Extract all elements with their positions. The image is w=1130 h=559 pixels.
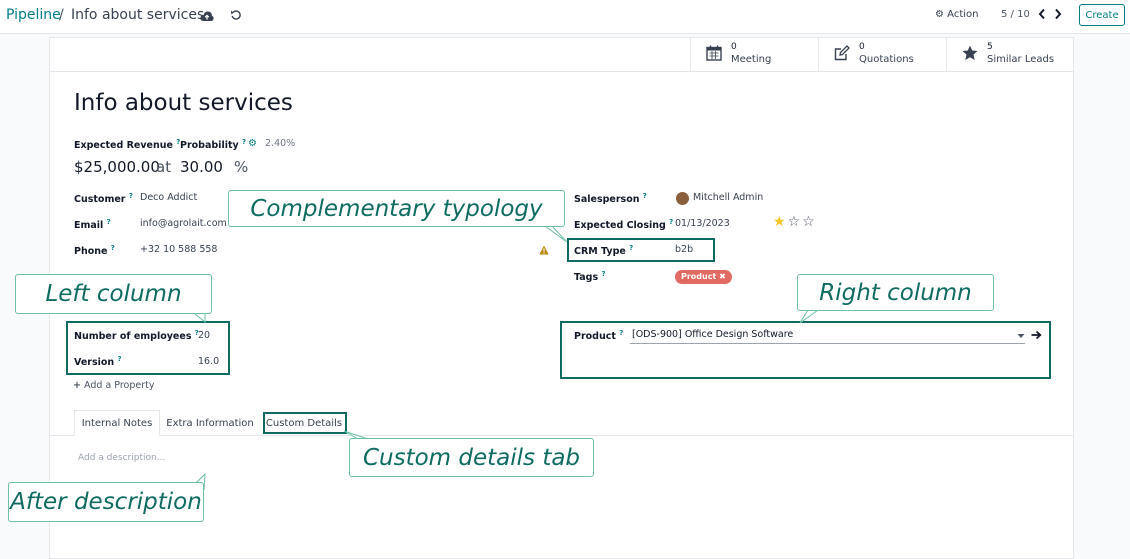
at-label: at — [156, 158, 172, 176]
custom-details-tab-callout: Custom details tab — [349, 438, 594, 477]
meeting-stat-button[interactable]: 0 Meeting — [690, 38, 818, 71]
quotations-label: Quotations — [859, 54, 914, 65]
help-tooltip-icon[interactable]: ? — [107, 218, 111, 226]
help-tooltip-icon[interactable]: ? — [111, 244, 115, 252]
automated-probability: 2.40% — [265, 138, 296, 149]
tag-badge[interactable]: Product ✖ — [675, 270, 732, 284]
help-tooltip-icon[interactable]: ? — [601, 270, 605, 278]
help-tooltip-icon[interactable]: ? — [242, 138, 246, 146]
gear-icon: ⚙ — [935, 9, 944, 20]
calendar-icon — [706, 45, 722, 61]
lead-title[interactable]: Info about services — [74, 90, 293, 116]
tags-label: Tags ? — [574, 270, 606, 284]
gear-icon[interactable]: ⚙ — [248, 138, 257, 149]
star-empty-icon[interactable]: ☆ — [788, 214, 803, 230]
discard-icon[interactable] — [230, 9, 242, 21]
remove-tag-icon[interactable]: ✖ — [719, 272, 726, 281]
star-filled-icon[interactable]: ★ — [773, 214, 788, 230]
customer-value[interactable]: Deco Addict — [140, 192, 197, 203]
expected-closing-label: Expected Closing ? — [574, 218, 674, 232]
similar-leads-stat-button[interactable]: 5 Similar Leads — [946, 38, 1074, 71]
left-column-callout: Left column — [15, 274, 212, 314]
phone-value[interactable]: +32 10 588 558 — [140, 244, 217, 255]
save-cloud-icon[interactable] — [200, 10, 214, 22]
similar-leads-count: 5 — [987, 42, 993, 52]
breadcrumb-pipeline-link[interactable]: Pipeline — [6, 7, 61, 23]
meeting-count: 0 — [731, 42, 737, 52]
quotations-stat-button[interactable]: 0 Quotations — [818, 38, 946, 71]
breadcrumb-separator: / — [59, 7, 64, 23]
expected-closing-value[interactable]: 01/13/2023 — [675, 218, 730, 229]
after-description-callout: After description — [8, 482, 204, 522]
email-value[interactable]: info@agrolait.com — [140, 218, 227, 229]
description-input[interactable]: Add a description... — [78, 453, 165, 463]
meeting-label: Meeting — [731, 54, 772, 65]
breadcrumb-current: Info about services — [71, 7, 205, 23]
pager-value[interactable]: 5 / 10 — [1001, 9, 1030, 20]
star-icon — [962, 45, 978, 60]
priority-stars: ★☆☆ — [773, 214, 817, 230]
warning-icon — [539, 245, 549, 255]
plus-icon: + — [73, 380, 81, 391]
salesperson-value[interactable]: Mitchell Admin — [693, 192, 763, 203]
probability-value[interactable]: 30.00 — [180, 158, 223, 176]
expected-revenue-value[interactable]: $25,000.00 — [74, 158, 160, 176]
star-empty-icon[interactable]: ☆ — [802, 214, 817, 230]
percent-label: % — [234, 158, 249, 176]
add-property-button[interactable]: + Add a Property — [73, 380, 154, 391]
left-column-highlight — [66, 321, 230, 375]
custom-details-tab-highlight — [263, 412, 347, 434]
salesperson-label: Salesperson ? — [574, 192, 647, 206]
phone-label: Phone ? — [74, 244, 115, 258]
create-button[interactable]: Create — [1079, 4, 1125, 26]
right-column-callout: Right column — [797, 274, 994, 311]
chevron-right-icon[interactable] — [1053, 8, 1063, 20]
quotations-count: 0 — [859, 42, 865, 52]
avatar — [676, 192, 689, 205]
probability-label: Probability ? — [180, 138, 247, 152]
similar-leads-label: Similar Leads — [987, 54, 1055, 65]
complementary-typology-callout: Complementary typology — [228, 190, 565, 227]
tab-internal-notes[interactable]: Internal Notes — [74, 410, 160, 436]
help-tooltip-icon[interactable]: ? — [129, 192, 133, 200]
right-column-highlight — [560, 321, 1051, 379]
tab-extra-information[interactable]: Extra Information — [160, 410, 260, 436]
action-menu-button[interactable]: ⚙ Action — [935, 9, 978, 20]
email-label: Email ? — [74, 218, 111, 232]
chevron-left-icon[interactable] — [1037, 8, 1047, 20]
help-tooltip-icon[interactable]: ? — [643, 192, 647, 200]
expected-revenue-label: Expected Revenue ? — [74, 138, 181, 152]
crm-type-highlight — [567, 238, 715, 262]
pencil-square-icon — [834, 45, 850, 61]
customer-label: Customer ? — [74, 192, 133, 206]
help-tooltip-icon[interactable]: ? — [669, 218, 673, 226]
control-panel: Pipeline / Info about services ⚙ Action … — [0, 0, 1130, 34]
stats-divider — [50, 71, 1073, 72]
